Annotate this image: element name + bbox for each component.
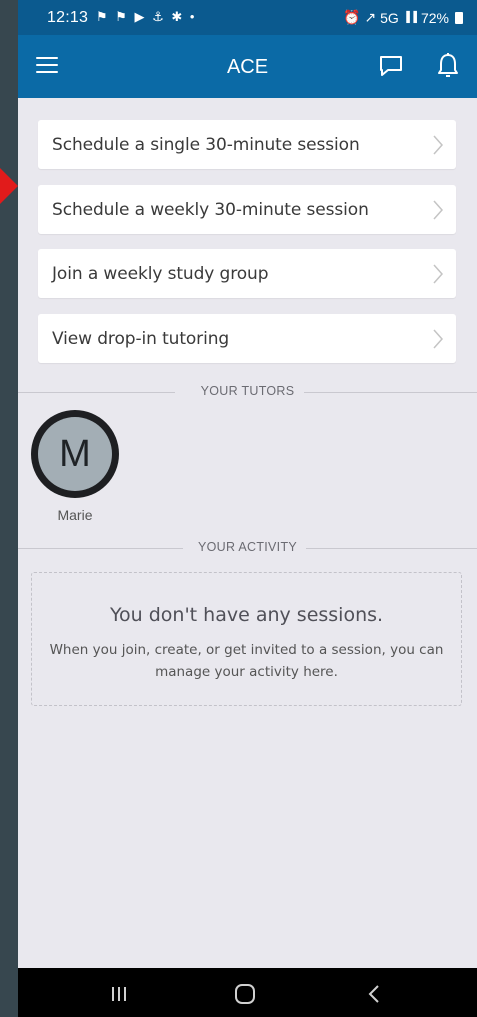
- annotation-arrow: [0, 168, 18, 204]
- signal-bars-icon: ▐▐: [402, 12, 417, 23]
- chevron-right-icon: [433, 329, 444, 349]
- app-bar: ACE: [18, 35, 477, 98]
- back-icon[interactable]: [367, 984, 381, 1004]
- chevron-right-icon: [433, 264, 444, 284]
- status-indicators: ⏰ ↗ 5G ▐▐ 72%: [343, 9, 463, 26]
- recent-apps-icon[interactable]: [110, 986, 128, 1002]
- system-nav-bar: [18, 968, 477, 1017]
- activity-section-header: YOUR ACTIVITY: [18, 540, 477, 556]
- phone-screen: 12:13 ⚑ ⚑ ▶ ⚓ ✱ • ⏰ ↗ 5G ▐▐ 72% ACE Sche…: [18, 0, 477, 1017]
- signal-icon: ↗: [364, 9, 377, 25]
- empty-state-title: You don't have any sessions.: [109, 604, 384, 626]
- chat-icon[interactable]: [378, 54, 404, 78]
- chevron-right-icon: [433, 200, 444, 220]
- empty-state-description: When you join, create, or get invited to…: [49, 642, 444, 680]
- action-label: Schedule a weekly 30-minute session: [52, 200, 369, 220]
- network-label: 5G: [380, 9, 399, 26]
- alarm-icon: ⏰: [342, 9, 361, 25]
- join-study-group-button[interactable]: Join a weekly study group: [38, 249, 456, 298]
- app-title: ACE: [226, 56, 269, 78]
- bell-icon[interactable]: [436, 52, 460, 80]
- avatar[interactable]: M: [31, 410, 119, 498]
- action-label: Join a weekly study group: [52, 264, 269, 284]
- status-bar: 12:13 ⚑ ⚑ ▶ ⚓ ✱ • ⏰ ↗ 5G ▐▐ 72%: [18, 0, 477, 35]
- tutor-name: Marie: [57, 507, 93, 523]
- avatar-initial: M: [38, 417, 112, 491]
- section-title: YOUR ACTIVITY: [197, 540, 298, 554]
- status-time: 12:13: [47, 9, 89, 26]
- view-drop-in-tutoring-button[interactable]: View drop-in tutoring: [38, 314, 456, 363]
- section-title: YOUR TUTORS: [200, 384, 295, 398]
- notification-icons: ⚑ ⚑ ▶ ⚓ ✱ •: [96, 9, 197, 24]
- schedule-weekly-session-button[interactable]: Schedule a weekly 30-minute session: [38, 185, 456, 234]
- home-icon[interactable]: [235, 984, 255, 1004]
- battery-level: 72%: [420, 9, 449, 26]
- action-label: View drop-in tutoring: [52, 329, 230, 349]
- battery-icon: [455, 11, 463, 24]
- action-label: Schedule a single 30-minute session: [52, 135, 360, 155]
- schedule-single-session-button[interactable]: Schedule a single 30-minute session: [38, 120, 456, 169]
- activity-empty-state: You don't have any sessions. When you jo…: [31, 572, 462, 706]
- tutors-section-header: YOUR TUTORS: [18, 384, 477, 400]
- chevron-right-icon: [433, 135, 444, 155]
- tutor-card[interactable]: M Marie: [31, 410, 121, 530]
